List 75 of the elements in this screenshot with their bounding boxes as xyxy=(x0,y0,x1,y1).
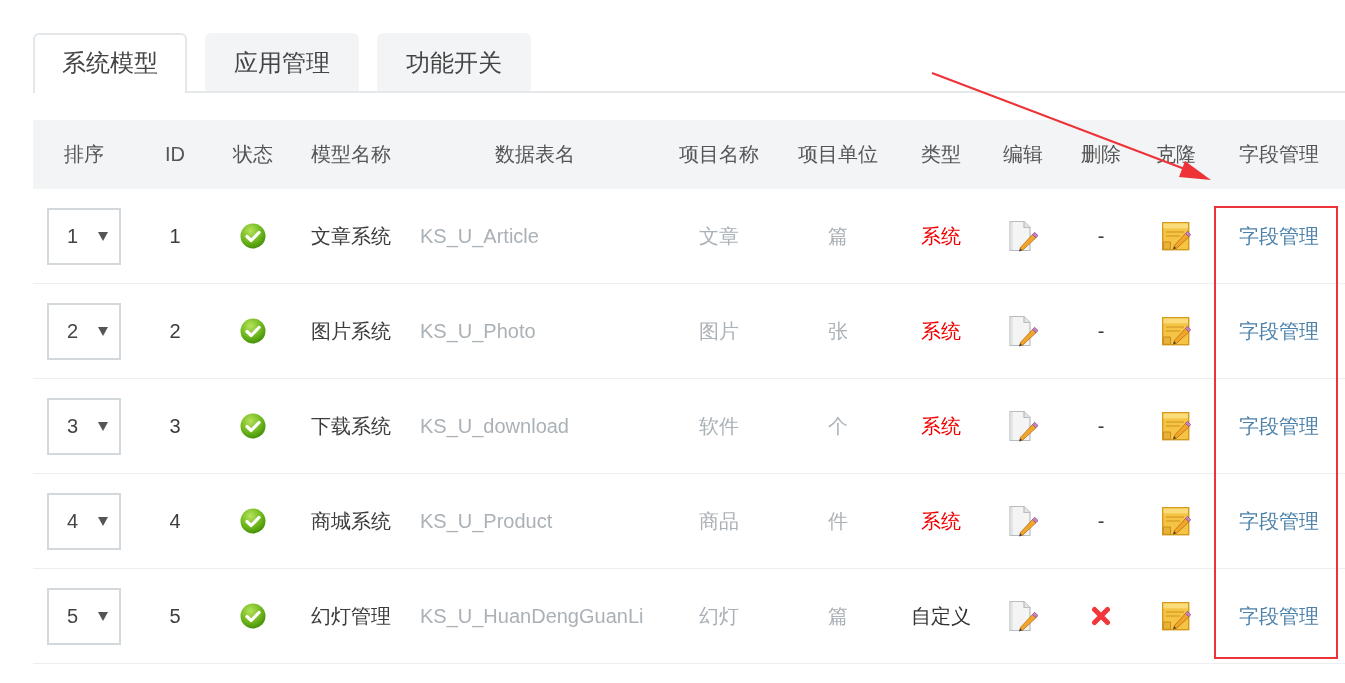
column-header: 类型 xyxy=(921,142,961,167)
caret-icon xyxy=(98,231,108,241)
model-name: 图片系统 xyxy=(310,318,391,344)
model-id: 4 xyxy=(169,509,181,533)
note-pencil-icon[interactable] xyxy=(1161,316,1191,346)
column-header: ID xyxy=(165,143,185,166)
order-select[interactable]: 4 xyxy=(47,492,121,550)
column-header: 排序 xyxy=(64,142,104,167)
column-header: 删除 xyxy=(1081,142,1121,167)
item-name: 文章 xyxy=(699,223,739,249)
tab[interactable]: 应用管理 xyxy=(205,33,359,91)
caret-icon xyxy=(98,516,108,526)
model-id: 1 xyxy=(169,224,181,248)
note-pencil-icon[interactable] xyxy=(1161,221,1191,251)
item-name: 软件 xyxy=(699,413,739,439)
note-pencil-icon[interactable] xyxy=(1161,506,1191,536)
dash-text: - xyxy=(1097,509,1105,533)
column-header: 数据表名 xyxy=(495,142,575,167)
model-type: 系统 xyxy=(921,508,961,534)
field-management-link[interactable]: 字段管理 xyxy=(1238,602,1319,630)
item-name: 图片 xyxy=(699,318,739,344)
note-pencil-icon[interactable] xyxy=(1161,601,1191,631)
model-id: 5 xyxy=(169,604,181,628)
field-management-link[interactable]: 字段管理 xyxy=(1238,222,1319,250)
order-select[interactable]: 5 xyxy=(47,587,121,645)
column-header: 字段管理 xyxy=(1238,142,1319,167)
document-pencil-icon[interactable] xyxy=(1008,315,1038,347)
delete-icon[interactable] xyxy=(1091,606,1111,626)
dash-text: - xyxy=(1097,319,1105,343)
order-select[interactable]: 1 xyxy=(47,207,121,265)
data-table-name: KS_U_Product xyxy=(420,509,553,533)
document-pencil-icon[interactable] xyxy=(1008,220,1038,252)
document-pencil-icon[interactable] xyxy=(1008,410,1038,442)
data-table-name: KS_U_download xyxy=(420,414,569,438)
field-management-link[interactable]: 字段管理 xyxy=(1238,317,1319,345)
dash-text: - xyxy=(1097,414,1105,438)
column-header: 项目单位 xyxy=(798,142,878,167)
column-header: 克隆 xyxy=(1156,142,1196,167)
model-name: 文章系统 xyxy=(310,223,391,249)
data-table-name: KS_U_Photo xyxy=(420,319,536,343)
model-name: 商城系统 xyxy=(310,508,391,534)
model-type: 系统 xyxy=(921,318,961,344)
item-unit: 篇 xyxy=(828,223,848,249)
note-pencil-icon[interactable] xyxy=(1161,411,1191,441)
data-table-name: KS_U_HuanDengGuanLi xyxy=(420,604,644,628)
tab[interactable]: 功能开关 xyxy=(377,33,531,91)
dash-text: - xyxy=(1097,224,1105,248)
model-type: 系统 xyxy=(921,413,961,439)
item-name: 商品 xyxy=(699,508,739,534)
item-unit: 篇 xyxy=(828,603,848,629)
order-select[interactable]: 2 xyxy=(47,302,121,360)
caret-icon xyxy=(98,421,108,431)
tab[interactable]: 系统模型 xyxy=(33,33,187,93)
model-type: 自定义 xyxy=(911,603,971,629)
item-unit: 张 xyxy=(828,318,848,344)
caret-icon xyxy=(98,611,108,621)
caret-icon xyxy=(98,326,108,336)
column-header: 项目名称 xyxy=(679,142,759,167)
model-name: 下载系统 xyxy=(310,413,391,439)
data-table-name: KS_U_Article xyxy=(420,224,539,248)
column-header: 状态 xyxy=(233,142,273,167)
model-id: 2 xyxy=(169,319,181,343)
model-name: 幻灯管理 xyxy=(310,603,391,629)
item-unit: 件 xyxy=(828,508,848,534)
document-pencil-icon[interactable] xyxy=(1008,505,1038,537)
item-unit: 个 xyxy=(828,413,848,439)
column-header: 编辑 xyxy=(1003,142,1043,167)
field-management-link[interactable]: 字段管理 xyxy=(1238,412,1319,440)
model-type: 系统 xyxy=(921,223,961,249)
item-name: 幻灯 xyxy=(699,603,739,629)
order-select[interactable]: 3 xyxy=(47,397,121,455)
column-header: 模型名称 xyxy=(310,142,391,167)
field-management-link[interactable]: 字段管理 xyxy=(1238,507,1319,535)
document-pencil-icon[interactable] xyxy=(1008,600,1038,632)
model-id: 3 xyxy=(169,414,181,438)
